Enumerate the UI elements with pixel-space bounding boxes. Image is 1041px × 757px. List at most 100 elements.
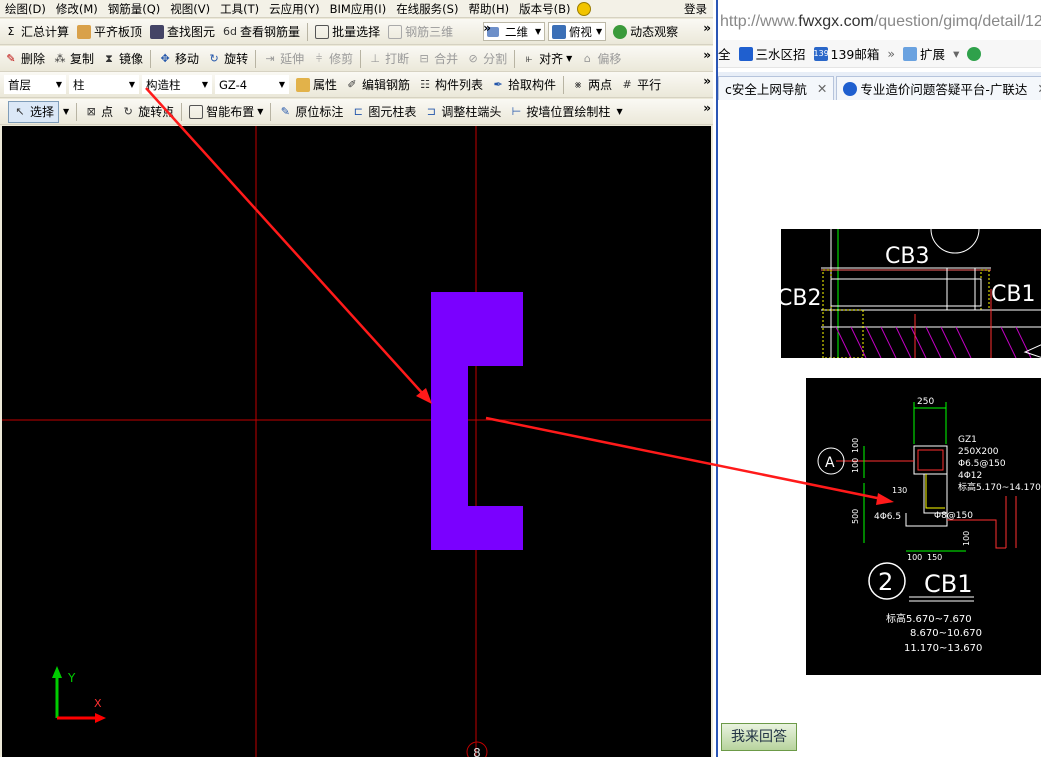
shield-icon[interactable] (967, 46, 984, 61)
close-icon[interactable]: ✕ (1037, 81, 1041, 96)
menu-draw[interactable]: 绘图(D) (0, 0, 51, 17)
toolbar-overflow-button[interactable]: » (483, 21, 491, 35)
eraser-icon: ✎ (6, 51, 16, 65)
toolbar-overflow-button[interactable]: » (703, 74, 711, 88)
svg-text:150: 150 (927, 553, 942, 562)
chevron-down-icon: ▼ (128, 80, 135, 89)
flush-slab-button[interactable]: 平齐板顶 (73, 21, 146, 43)
merge-button[interactable]: ⊟ 合并 (413, 48, 462, 70)
page-content: CB3 CB2 CB1 250 A 100 100 130 500 4Φ6.5 … (718, 101, 1041, 757)
select-dropdown-icon[interactable]: ▼ (63, 107, 69, 116)
overlook-select[interactable]: 俯视 ▼ (548, 22, 607, 41)
adjust-column-head-button[interactable]: ⊐ 调整柱端头 (420, 101, 505, 123)
drawing-snippet-gz1[interactable]: 250 A 100 100 130 500 4Φ6.5 Φ8@150 GZ1 2… (806, 378, 1041, 675)
offset-icon: ⌂ (583, 51, 591, 65)
extensions-button[interactable]: 扩展 (903, 44, 945, 63)
column-shape[interactable] (431, 292, 523, 550)
view-rebar-qty-button[interactable]: 6d 查看钢筋量 (219, 21, 304, 43)
toolbar-overflow-button[interactable]: » (703, 48, 711, 62)
column-table-button[interactable]: ⊏ 图元柱表 (347, 101, 420, 123)
align-button[interactable]: ⫦ 对齐 ▼ (518, 48, 576, 70)
point-button[interactable]: ⊠ 点 (80, 101, 117, 123)
menu-view[interactable]: 视图(V) (165, 0, 215, 17)
menu-version[interactable]: 版本号(B) (514, 0, 575, 17)
drawing-snippet-cb[interactable]: CB3 CB2 CB1 (781, 229, 1041, 358)
cursor-icon: ↖ (15, 104, 25, 118)
category-select[interactable]: 柱 ▼ (69, 75, 139, 94)
toolbar-overflow-button[interactable]: » (703, 101, 711, 115)
menu-cloud[interactable]: 云应用(Y) (264, 0, 325, 17)
svg-text:8.670~10.670: 8.670~10.670 (910, 628, 982, 639)
address-bar[interactable]: http://www.fwxgx.com/question/gimq/detai… (718, 8, 1041, 36)
flush-slab-icon (77, 24, 92, 39)
rebar-3d-button[interactable]: 钢筋三维 (384, 21, 457, 43)
edit-rebar-button[interactable]: ✐ 编辑钢筋 (341, 74, 414, 96)
type-select[interactable]: 构造柱 ▼ (142, 75, 212, 94)
original-mark-button[interactable]: ✎ 原位标注 (274, 101, 347, 123)
drawing-canvas[interactable]: 8 Y X (2, 126, 711, 757)
properties-button[interactable]: 属性 (292, 74, 341, 96)
sum-calc-button[interactable]: Σ 汇总计算 (0, 21, 73, 43)
favorite-item-139mail[interactable]: 139 139邮箱 (813, 44, 879, 63)
extensions-dropdown[interactable]: ▾ (953, 46, 959, 61)
toolbar-members: 首层 ▼ 柱 ▼ 构造柱 ▼ GZ-4 ▼ 属性 ✐ 编辑钢筋 ☷ 构件列表 ✒ 拾取构件 ⨳… (0, 72, 713, 98)
user-face-icon[interactable] (577, 1, 592, 16)
menu-rebar-qty[interactable]: 钢筋量(Q) (103, 0, 166, 17)
menu-online[interactable]: 在线服务(S) (391, 0, 463, 17)
delete-button[interactable]: ✎ 删除 (0, 48, 49, 70)
toolbar-edit: ✎ 删除 ⁂ 复制 ⧗ 镜像 ✥ 移动 ↻ 旋转 ⇥ 延伸 ⫩ 修剪 ⊥ 打断 ⊟ 合并 ⊘ 分割 … (0, 46, 713, 72)
close-icon[interactable]: ✕ (817, 81, 827, 96)
view-2d-select[interactable]: 二维 ▼ (483, 22, 546, 41)
copy-icon: ⁂ (54, 51, 66, 65)
draw-by-wall-button[interactable]: ⊢ 按墙位置绘制柱 ▼ (505, 101, 626, 123)
favorites-overflow-button[interactable]: » (887, 46, 895, 61)
login-link[interactable]: 登录 (684, 0, 707, 17)
menu-bim[interactable]: BIM应用(I) (325, 0, 392, 17)
align-icon: ⫦ (526, 51, 533, 65)
copy-button[interactable]: ⁂ 复制 (49, 48, 98, 70)
tab-glodon-qa[interactable]: 专业造价问题答疑平台-广联达✕ (836, 76, 1041, 100)
favorite-item-sanshui[interactable]: 三水区招 (738, 44, 806, 63)
parallel-button[interactable]: # 平行 (616, 74, 665, 96)
move-button[interactable]: ✥ 移动 (154, 48, 203, 70)
menu-tools[interactable]: 工具(T) (215, 0, 264, 17)
split-button[interactable]: ⊘ 分割 (462, 48, 511, 70)
tab-safe-nav[interactable]: c安全上网导航 ✕ (718, 76, 835, 100)
pick-member-button[interactable]: ✒ 拾取构件 (487, 74, 560, 96)
menu-modify[interactable]: 修改(M) (51, 0, 103, 17)
select-button[interactable]: ↖ 选择 (8, 100, 60, 123)
svg-text:标高5.670~7.670: 标高5.670~7.670 (886, 612, 972, 625)
offset-button[interactable]: ⌂ 偏移 (576, 48, 625, 70)
member-select[interactable]: GZ-4 ▼ (215, 75, 289, 94)
dynamic-view-button[interactable]: 动态观察 (609, 21, 682, 43)
rotate-point-button[interactable]: ↻ 旋转点 (117, 101, 178, 123)
point-icon: ⊠ (86, 104, 96, 118)
extend-button[interactable]: ⇥ 延伸 (259, 48, 308, 70)
rotate-icon: ↻ (209, 51, 219, 65)
menu-help[interactable]: 帮助(H) (463, 0, 514, 17)
separator (307, 22, 309, 41)
svg-text:CB2: CB2 (781, 286, 821, 311)
separator (270, 102, 272, 121)
svg-text:Φ6.5@150: Φ6.5@150 (958, 459, 1006, 469)
floor-select[interactable]: 首层 ▼ (4, 75, 66, 94)
member-list-button[interactable]: ☷ 构件列表 (414, 74, 487, 96)
mirror-button[interactable]: ⧗ 镜像 (98, 48, 147, 70)
trim-button[interactable]: ⫩ 修剪 (308, 48, 357, 70)
two-points-button[interactable]: ⨳ 两点 (567, 74, 616, 96)
svg-text:CB1: CB1 (991, 282, 1035, 307)
break-button[interactable]: ⊥ 打断 (364, 48, 413, 70)
canvas-svg: 8 Y X (2, 126, 711, 757)
smart-layout-button[interactable]: 智能布置 ▼ (185, 101, 267, 123)
break-icon: ⊥ (370, 51, 380, 65)
rotate-button[interactable]: ↻ 旋转 (203, 48, 252, 70)
extend-icon: ⇥ (265, 51, 275, 65)
original-mark-icon: ✎ (280, 104, 290, 118)
favorite-item-safe[interactable]: 全 (718, 44, 731, 63)
chevron-down-icon: ▼ (278, 80, 285, 89)
toolbar-overflow-button-right[interactable]: » (703, 21, 711, 35)
chevron-down-icon: ▼ (257, 107, 264, 116)
answer-button[interactable]: 我来回答 (721, 723, 797, 751)
find-element-button[interactable]: 查找图元 (146, 21, 219, 43)
batch-select-button[interactable]: 批量选择 (311, 21, 384, 43)
